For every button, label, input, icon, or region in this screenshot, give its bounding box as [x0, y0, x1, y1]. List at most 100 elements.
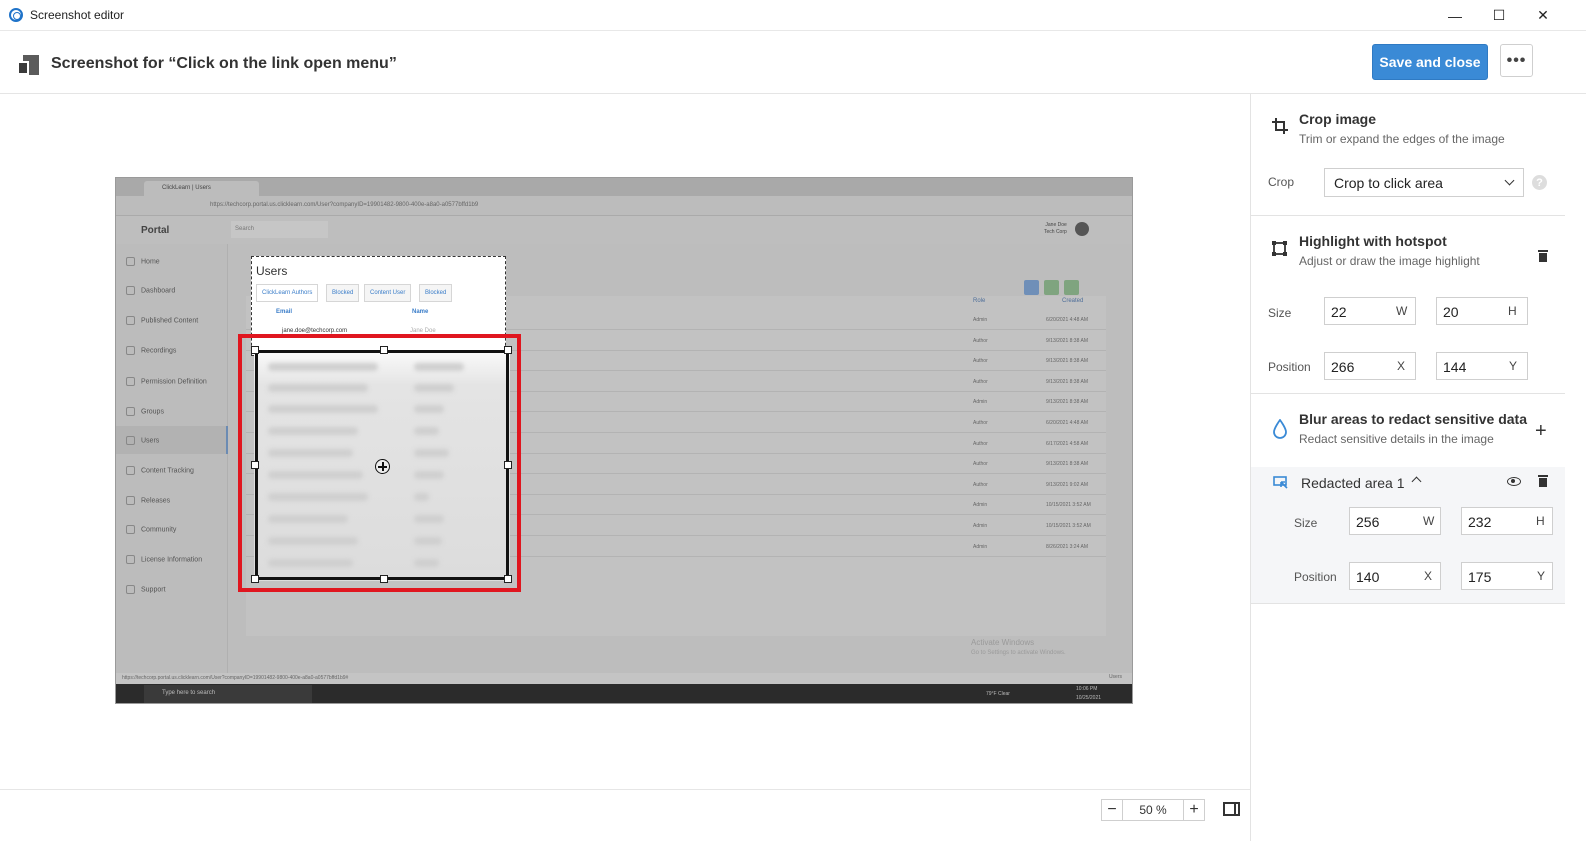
nav-item-published-content: Published Content	[126, 316, 198, 325]
unit-h: H	[1536, 514, 1545, 528]
crop-section-title: Crop image	[1299, 111, 1377, 127]
unit-y: Y	[1509, 359, 1518, 373]
resize-handle-nw[interactable]	[251, 346, 259, 354]
unit-w: W	[1396, 304, 1408, 318]
nav-item-recordings: Recordings	[126, 346, 176, 355]
col-email: Email	[276, 309, 293, 315]
status-url: https://techcorp.portal.us.clicklearn.co…	[122, 675, 349, 681]
resize-handle-se[interactable]	[504, 575, 512, 583]
zoom-toolbar: − 50 % +	[0, 789, 1250, 841]
redacted-position-label: Position	[1294, 570, 1337, 584]
row-created: 9/13/2021 8:38 AM	[1046, 337, 1088, 344]
tab-blocked: Blocked	[326, 284, 360, 302]
row-role: Author	[973, 420, 988, 426]
highlight-section-title: Highlight with hotspot	[1299, 233, 1447, 249]
windows-taskbar: Type here to search 79°F Clear 10:06 PM …	[116, 684, 1132, 703]
nav-item-dashboard: Dashboard	[126, 286, 175, 295]
resize-handle-w[interactable]	[251, 461, 259, 469]
eye-icon[interactable]	[1507, 477, 1521, 486]
zoom-in-button[interactable]: +	[1183, 799, 1205, 821]
row-role: Author	[973, 440, 988, 447]
minimize-button[interactable]: —	[1433, 0, 1477, 31]
crop-dropdown[interactable]: Crop to click area	[1324, 168, 1524, 197]
row-created: 9/13/2021 8:38 AM	[1046, 358, 1088, 365]
nav-item-license-information: License Information	[126, 555, 202, 564]
taskbar-search: Type here to search	[162, 690, 216, 696]
more-options-button[interactable]: •••	[1500, 44, 1533, 77]
taskbar-date: 10/25/2021	[1076, 695, 1102, 701]
chevron-up-icon[interactable]	[1411, 476, 1422, 487]
status-right: Users	[1108, 674, 1122, 680]
divider	[1251, 603, 1565, 604]
row-role: Author	[973, 461, 988, 468]
row-created: 10/15/2021 3:52 AM	[1046, 523, 1091, 529]
crop-label: Crop	[1268, 175, 1295, 189]
portal-user-org: Tech Corp	[1044, 229, 1067, 235]
unit-x: X	[1424, 569, 1433, 583]
col-role: Role	[973, 298, 986, 304]
nav-item-releases: Releases	[126, 496, 170, 505]
toggle-panel-icon[interactable]	[1223, 802, 1240, 816]
delete-highlight-icon[interactable]	[1538, 250, 1548, 262]
nav-item-permission-definition: Permission Definition	[126, 377, 207, 386]
taskbar-time: 10:06 PM	[1076, 686, 1098, 692]
zoom-level: 50 %	[1123, 799, 1183, 821]
editor-header: Screenshot for “Click on the link open m…	[0, 31, 1586, 94]
row-role: Admin	[973, 523, 988, 529]
nav-item-groups: Groups	[126, 407, 164, 416]
blur-section-title: Blur areas to redact sensitive data	[1299, 411, 1527, 427]
close-button[interactable]: ✕	[1521, 0, 1565, 31]
resize-handle-s[interactable]	[380, 575, 388, 583]
add-user-icon	[1044, 280, 1059, 295]
maximize-button[interactable]: ☐	[1477, 0, 1521, 31]
row-role: Author	[973, 358, 988, 365]
portal-search: Search	[231, 221, 328, 238]
help-icon[interactable]: ?	[1532, 175, 1547, 190]
row-created: 9/13/2021 9:02 AM	[1046, 481, 1088, 488]
activate-title: Activate Windows	[971, 638, 1035, 647]
resize-handle-ne[interactable]	[504, 346, 512, 354]
portal-user-name: Jane Doe	[1045, 222, 1067, 228]
chevron-down-icon	[1504, 175, 1515, 186]
crop-dropdown-value: Crop to click area	[1334, 175, 1443, 191]
properties-panel: Crop image Trim or expand the edges of t…	[1250, 94, 1586, 841]
row-role: Admin	[973, 502, 988, 509]
tab-clicklearn-authors: ClickLearn Authors	[256, 284, 319, 302]
window-titlebar: Screenshot editor — ☐ ✕	[0, 0, 1586, 31]
save-and-close-button[interactable]: Save and close	[1372, 44, 1488, 80]
hotspot-icon	[1272, 241, 1287, 256]
col-created: Created	[1062, 298, 1084, 304]
nav-item-support: Support	[126, 585, 166, 594]
redacted-size-label: Size	[1294, 516, 1318, 530]
add-blur-area-button[interactable]: +	[1535, 420, 1547, 443]
move-icon[interactable]	[375, 459, 390, 474]
unit-h: H	[1508, 304, 1517, 318]
row-role: Admin	[973, 543, 988, 550]
nav-item-users: Users	[126, 436, 159, 445]
window-title: Screenshot editor	[30, 8, 125, 22]
zoom-out-button[interactable]: −	[1101, 799, 1123, 821]
resize-handle-e[interactable]	[504, 461, 512, 469]
status-bar: https://techcorp.portal.us.clicklearn.co…	[116, 673, 1132, 684]
row-role: Author	[973, 481, 988, 488]
unit-y: Y	[1537, 569, 1546, 583]
redact-area-icon	[1273, 476, 1289, 490]
browser-tab: ClickLearn | Users	[144, 181, 259, 196]
highlight-size-label: Size	[1268, 306, 1292, 320]
row-created: 8/26/2021 3:24 AM	[1046, 543, 1088, 550]
row-role: Admin	[973, 317, 988, 323]
row-role: Author	[973, 378, 988, 385]
browser-tabbar: ClickLearn | Users	[116, 178, 1132, 196]
avatar	[1075, 222, 1089, 236]
blur-drop-icon	[1271, 418, 1289, 439]
screenshot-icon	[17, 55, 39, 77]
portal-sidebar: Home Dashboard Published Content Recordi…	[116, 244, 228, 684]
resize-handle-n[interactable]	[380, 346, 388, 354]
screenshot-canvas[interactable]: ClickLearn | Users https://techcorp.port…	[0, 94, 1250, 789]
crop-icon	[1272, 118, 1288, 134]
divider	[1251, 393, 1565, 394]
delete-redacted-area-icon[interactable]	[1538, 475, 1548, 487]
tab-content-user: Content User	[364, 284, 412, 302]
activate-subtitle: Go to Settings to activate Windows.	[971, 650, 1066, 656]
resize-handle-sw[interactable]	[251, 575, 259, 583]
